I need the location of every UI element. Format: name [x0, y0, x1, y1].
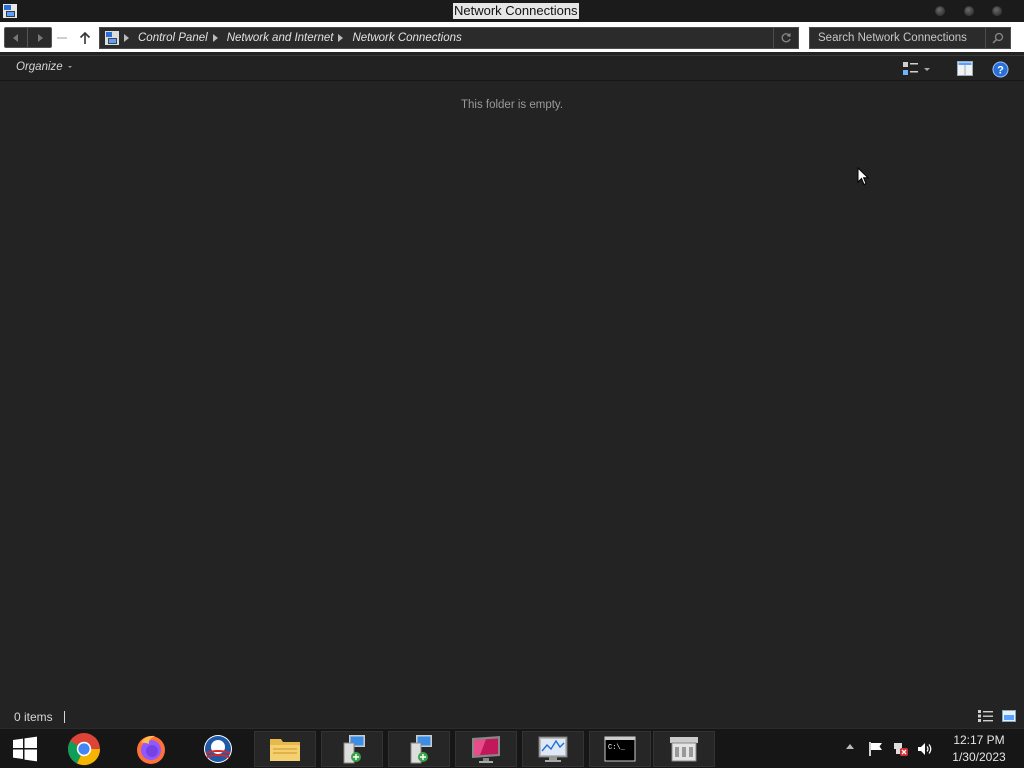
address-row: Control Panel Network and Internet Netwo… [0, 22, 1024, 52]
taskbar-command-prompt[interactable]: C:\_ [589, 731, 651, 767]
breadcrumb-network-and-internet[interactable]: Network and Internet [227, 32, 334, 44]
folder-icon [270, 739, 300, 761]
taskbar: C:\_ 12:17 PM 1/30/2023 [0, 728, 1024, 768]
minimize-button[interactable] [935, 6, 945, 16]
breadcrumb-separator[interactable] [124, 34, 129, 42]
network-computer-icon [410, 735, 432, 764]
up-button[interactable] [77, 29, 93, 47]
forward-button[interactable] [28, 28, 51, 47]
obama-logo-icon [204, 735, 232, 763]
command-bar: Organize ? [0, 55, 1024, 81]
taskbar-firefox[interactable] [120, 731, 182, 767]
taskbar-file-explorer[interactable] [254, 731, 316, 767]
server-manager-icon [670, 737, 698, 762]
taskbar-server-manager[interactable] [653, 731, 715, 767]
svg-text:?: ? [997, 65, 1004, 77]
empty-folder-message: This folder is empty. [460, 99, 564, 111]
taskbar-network-app[interactable] [321, 731, 383, 767]
search-button[interactable] [985, 28, 1010, 48]
search-box[interactable] [809, 27, 1011, 49]
taskbar-obama[interactable] [187, 731, 249, 767]
organize-label: Organize [16, 61, 63, 73]
chrome-icon [67, 733, 101, 766]
search-icon [992, 32, 1004, 44]
recent-locations-dropdown[interactable] [57, 37, 67, 39]
mouse-pointer-icon [857, 167, 869, 186]
organize-menu[interactable]: Organize [16, 61, 72, 73]
system-clock[interactable]: 12:17 PM 1/30/2023 [942, 732, 1016, 766]
close-button[interactable] [992, 6, 1002, 16]
item-count: 0 items [14, 710, 53, 724]
file-list-area[interactable]: This folder is empty. [0, 82, 1024, 706]
network-connections-app-icon[interactable] [2, 3, 18, 19]
breadcrumb-separator[interactable] [338, 34, 344, 42]
chevron-down-icon [924, 67, 930, 71]
clock-time: 12:17 PM [953, 733, 1005, 747]
change-view-button[interactable] [903, 61, 935, 77]
change-view-icon [903, 62, 918, 75]
windows-logo-icon [13, 736, 37, 762]
firefox-icon [137, 735, 165, 764]
breadcrumb-control-panel[interactable]: Control Panel [138, 32, 208, 44]
taskbar-chrome[interactable] [53, 731, 115, 767]
status-bar: 0 items [0, 706, 1024, 728]
volume-icon[interactable] [917, 741, 933, 757]
window-title: Network Connections [453, 3, 579, 19]
breadcrumb: Control Panel Network and Internet Netwo… [122, 28, 462, 48]
title-bar[interactable]: Network Connections [0, 0, 1024, 22]
monitor-icon [472, 736, 500, 763]
details-view-icon[interactable] [978, 710, 993, 722]
clock-date: 1/30/2023 [952, 750, 1006, 764]
chevron-down-icon [67, 66, 72, 68]
up-arrow-icon [79, 31, 91, 44]
status-divider [64, 711, 65, 723]
network-disconnected-icon[interactable] [893, 741, 909, 757]
back-arrow-icon [13, 33, 18, 42]
control-panel-icon [105, 31, 119, 45]
navigation-buttons [4, 27, 52, 48]
refresh-icon [781, 33, 791, 43]
start-button[interactable] [0, 729, 50, 768]
search-input[interactable] [818, 28, 988, 48]
show-hidden-icons-button[interactable] [846, 744, 854, 749]
command-prompt-icon: C:\_ [604, 736, 636, 762]
performance-monitor-icon [538, 736, 568, 762]
refresh-button[interactable] [773, 28, 798, 48]
help-icon[interactable]: ? [992, 61, 1009, 78]
large-icons-view-icon[interactable] [1002, 710, 1016, 722]
forward-arrow-icon [37, 33, 43, 42]
back-button[interactable] [5, 28, 28, 47]
preview-pane-icon[interactable] [957, 61, 973, 77]
breadcrumb-network-connections[interactable]: Network Connections [352, 32, 461, 44]
address-bar[interactable]: Control Panel Network and Internet Netwo… [99, 27, 799, 49]
maximize-button[interactable] [964, 6, 974, 16]
taskbar-performance-monitor[interactable] [522, 731, 584, 767]
svg-text:C:\_: C:\_ [608, 744, 626, 752]
taskbar-display[interactable] [455, 731, 517, 767]
taskbar-network-app-2[interactable] [388, 731, 450, 767]
network-computer-icon [343, 735, 365, 764]
flag-icon[interactable] [868, 741, 884, 757]
breadcrumb-separator[interactable] [212, 34, 218, 42]
